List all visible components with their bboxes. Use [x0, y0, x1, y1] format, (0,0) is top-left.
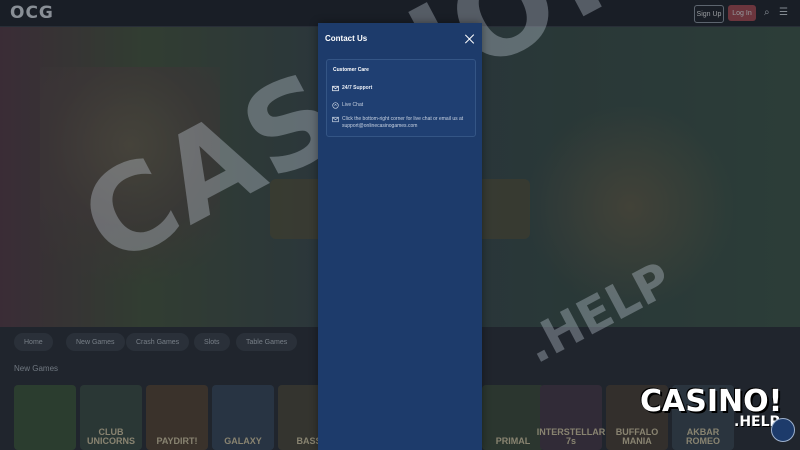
live-chat-launcher-icon[interactable] [771, 418, 795, 442]
support-row: 24/7 Support [332, 85, 372, 92]
mail-icon [332, 116, 339, 123]
casino-help-corner-logo: CASINO! .HELP [640, 384, 782, 430]
customer-care-heading: Customer Care [333, 67, 369, 73]
modal-title: Contact Us [325, 34, 368, 43]
contact-us-modal: Contact Us Customer Care 24/7 Support Li… [318, 23, 482, 450]
support-label: 24/7 Support [342, 85, 373, 91]
live-chat-label: Live Chat [342, 102, 364, 108]
email-row: Click the bottom-right corner for live c… [332, 116, 472, 129]
customer-care-card: Customer Care 24/7 Support Live Chat Cli… [326, 59, 476, 137]
email-instructions[interactable]: Click the bottom-right corner for live c… [342, 116, 472, 129]
mail-icon [332, 85, 339, 92]
chat-icon [332, 102, 339, 109]
live-chat-row[interactable]: Live Chat [332, 102, 363, 109]
close-icon[interactable] [465, 34, 475, 44]
